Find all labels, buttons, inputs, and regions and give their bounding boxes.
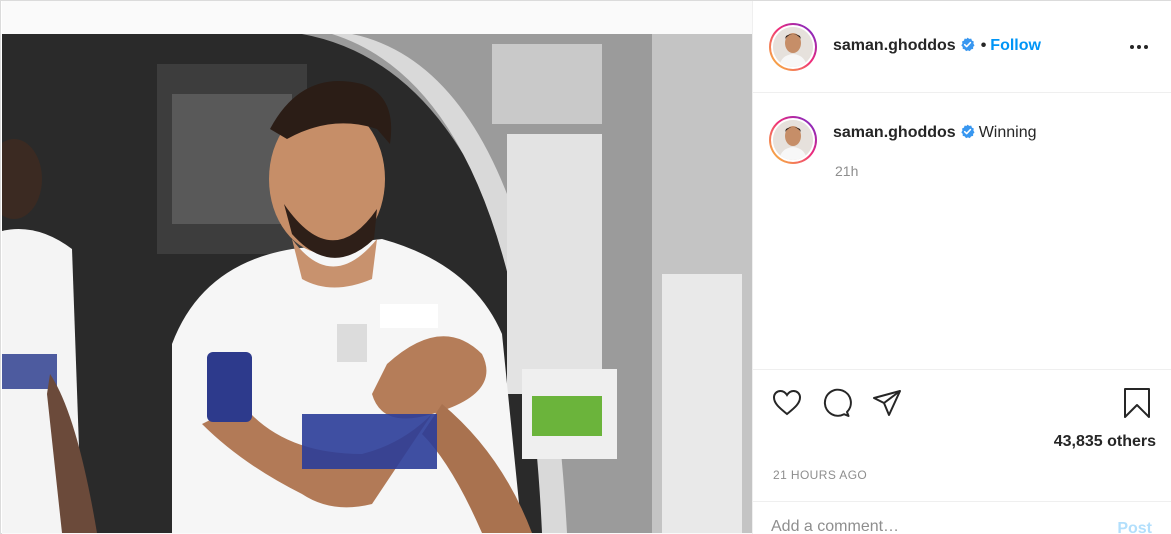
caption-timestamp[interactable]: 21h xyxy=(835,163,858,179)
header-username[interactable]: saman.ghoddos xyxy=(833,37,956,54)
heart-icon[interactable] xyxy=(771,387,803,419)
follow-button[interactable]: Follow xyxy=(990,37,1041,54)
post-actions: 43,835 others xyxy=(753,371,1171,471)
post-comment-button[interactable]: Post xyxy=(1117,520,1152,534)
share-icon[interactable] xyxy=(871,387,903,419)
media-top-strip xyxy=(2,1,752,34)
post-header: saman.ghoddos • Follow xyxy=(753,1,1171,93)
likes-count[interactable]: 43,835 others xyxy=(1054,433,1156,451)
bookmark-icon[interactable] xyxy=(1121,387,1153,419)
avatar[interactable] xyxy=(769,23,817,71)
post-photo[interactable] xyxy=(2,34,752,533)
post-media-column xyxy=(2,1,752,534)
caption-text: Winning xyxy=(978,124,1037,141)
more-options-icon[interactable] xyxy=(1127,37,1151,57)
comment-input[interactable] xyxy=(771,518,1091,534)
verified-badge-icon xyxy=(961,124,975,139)
post-caption: saman.ghoddos Winning 21h xyxy=(753,94,1171,370)
comment-icon[interactable] xyxy=(820,387,852,419)
avatar-image xyxy=(773,27,813,67)
avatar-image xyxy=(773,120,813,160)
post-dialog: saman.ghoddos • Follow saman.ghoddos Win… xyxy=(0,0,1171,534)
post-age[interactable]: 21 HOURS AGO xyxy=(773,468,867,482)
header-user-line: saman.ghoddos • Follow xyxy=(833,37,1041,55)
photo-illustration xyxy=(2,34,752,533)
caption-avatar[interactable] xyxy=(769,116,817,164)
post-side-panel: saman.ghoddos • Follow saman.ghoddos Win… xyxy=(752,1,1171,534)
verified-badge-icon xyxy=(961,37,975,52)
caption-line: saman.ghoddos Winning xyxy=(833,124,1037,142)
caption-username[interactable]: saman.ghoddos xyxy=(833,124,956,141)
separator-dot: • xyxy=(980,37,987,54)
comment-bar: Post xyxy=(753,501,1171,534)
